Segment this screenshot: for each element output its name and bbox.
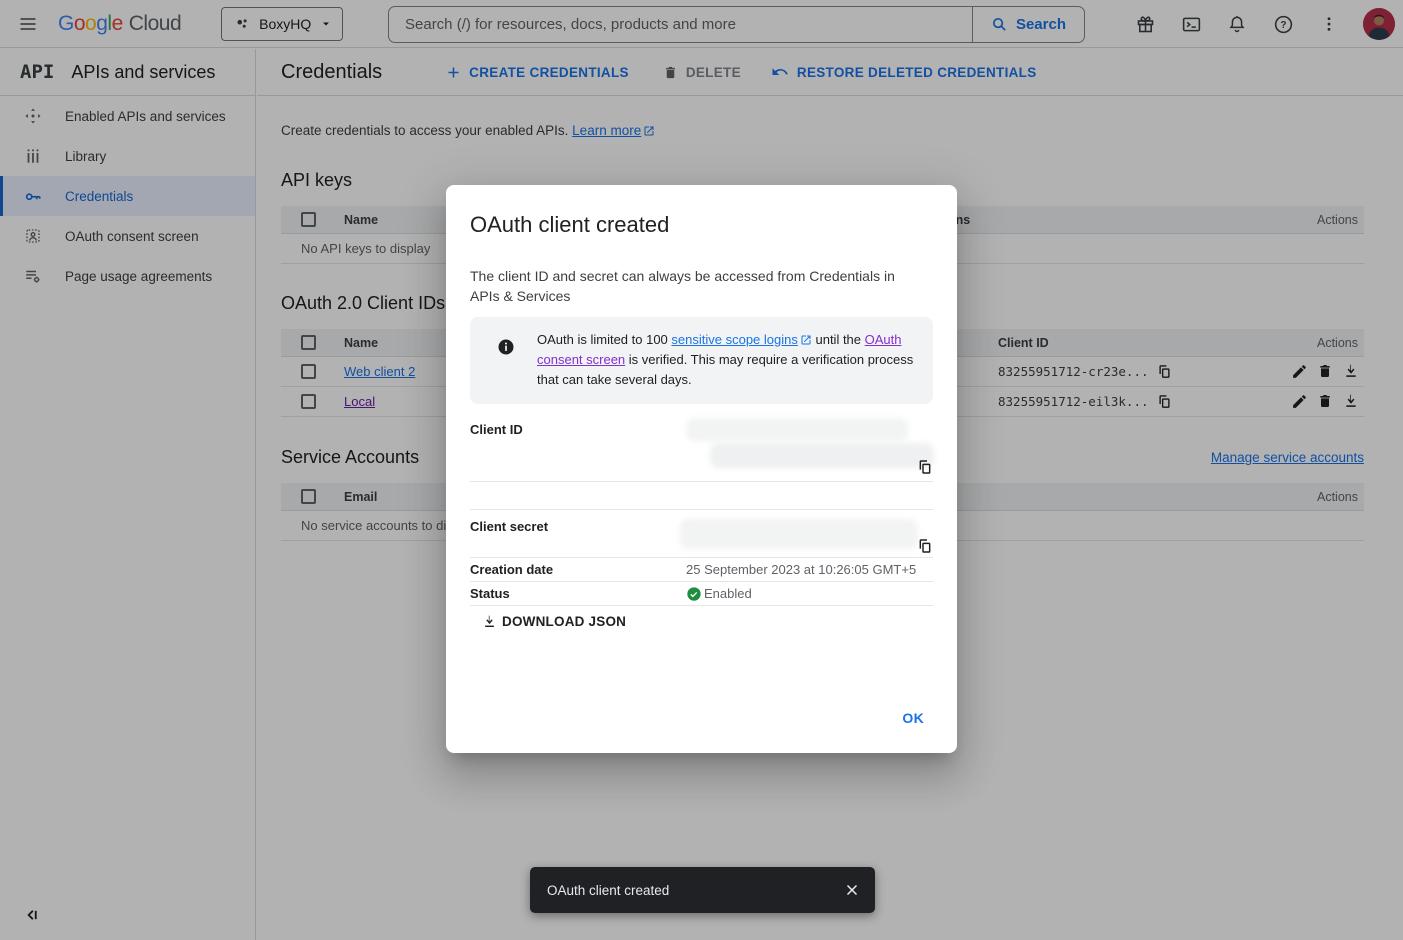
redacted-blur — [710, 443, 934, 468]
verification-notice: OAuth is limited to 100 sensitive scope … — [470, 317, 933, 404]
creation-date-row: Creation date 25 September 2023 at 10:26… — [470, 558, 933, 582]
screen: Google Cloud BoxyHQ Search — [0, 0, 1403, 940]
status-value-wrap: Enabled — [686, 586, 933, 602]
dialog-title: OAuth client created — [470, 212, 669, 238]
close-icon[interactable] — [843, 881, 861, 899]
client-secret-row: Client secret — [470, 510, 933, 558]
ok-button[interactable]: OK — [894, 704, 932, 732]
oauth-client-created-dialog: OAuth client created The client ID and s… — [446, 185, 957, 753]
snackbar-toast: OAuth client created — [530, 867, 875, 913]
client-secret-value-redacted — [686, 510, 933, 557]
download-icon — [482, 614, 497, 629]
client-id-value-redacted — [686, 409, 933, 481]
status-label: Status — [470, 586, 686, 601]
redacted-blur — [686, 418, 908, 441]
client-id-label: Client ID — [470, 409, 686, 481]
toast-message: OAuth client created — [547, 883, 669, 898]
client-id-row: Client ID — [470, 409, 933, 482]
sensitive-scope-logins-link[interactable]: sensitive scope logins — [671, 332, 797, 347]
copy-icon[interactable] — [917, 459, 933, 475]
redacted-blur — [680, 519, 918, 549]
copy-icon[interactable] — [917, 538, 933, 554]
status-row: Status Enabled — [470, 582, 933, 606]
external-link-icon — [800, 334, 812, 346]
spacer-row — [470, 482, 933, 510]
notice-text: OAuth is limited to 100 sensitive scope … — [537, 330, 919, 390]
creation-date-label: Creation date — [470, 562, 686, 577]
dialog-description: The client ID and secret can always be a… — [470, 266, 915, 306]
dialog-fields: Client ID Client secret — [470, 409, 933, 606]
check-circle-icon — [686, 586, 702, 602]
creation-date-value: 25 September 2023 at 10:26:05 GMT+5 — [686, 562, 933, 577]
client-secret-label: Client secret — [470, 510, 686, 557]
download-json-button[interactable]: DOWNLOAD JSON — [482, 614, 626, 629]
status-value: Enabled — [704, 586, 752, 601]
info-icon — [497, 338, 515, 356]
